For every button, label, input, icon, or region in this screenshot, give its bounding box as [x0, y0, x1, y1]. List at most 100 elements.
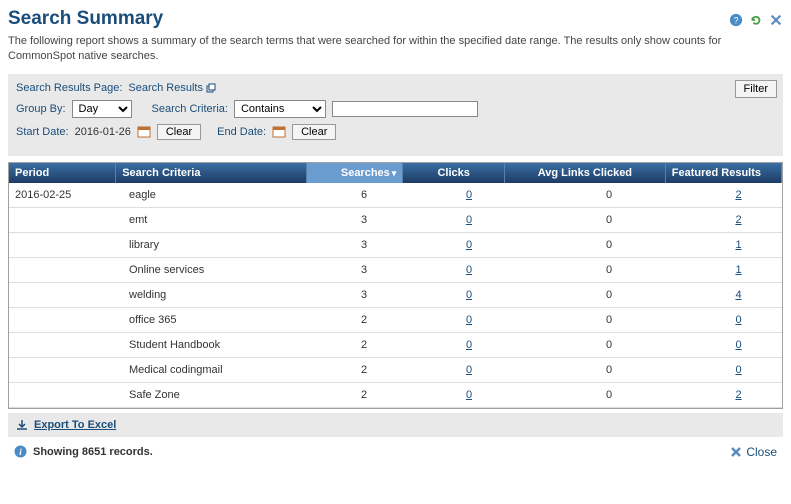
col-header-period[interactable]: Period — [9, 163, 116, 183]
close-icon[interactable] — [769, 13, 783, 27]
cell-period — [9, 258, 123, 282]
cell-period — [9, 333, 123, 357]
cell-avg: 0 — [523, 333, 695, 357]
info-icon: i — [14, 445, 27, 458]
start-date-value: 2016-01-26 — [75, 126, 131, 138]
sort-desc-icon: ▾ — [392, 168, 397, 178]
clicks-link[interactable]: 0 — [466, 389, 472, 401]
filter-button[interactable]: Filter — [735, 80, 777, 98]
close-x-icon — [730, 446, 742, 458]
cell-searches: 3 — [313, 283, 415, 307]
col-header-featured[interactable]: Featured Results — [666, 163, 782, 183]
featured-link[interactable]: 1 — [735, 264, 741, 276]
table-row: 2016-02-25eagle6002 — [9, 183, 782, 208]
help-icon[interactable]: ? — [729, 13, 743, 27]
table-row: welding3004 — [9, 283, 782, 308]
description-text: The following report shows a summary of … — [8, 34, 783, 64]
cell-featured: 0 — [695, 308, 782, 332]
cell-period — [9, 308, 123, 332]
col-header-avg[interactable]: Avg Links Clicked — [505, 163, 666, 183]
results-page-value: Search Results — [128, 82, 203, 94]
cell-avg: 0 — [523, 358, 695, 382]
export-to-excel-link[interactable]: Export To Excel — [34, 419, 116, 431]
start-date-clear-button[interactable]: Clear — [157, 124, 201, 140]
cell-searches: 3 — [313, 258, 415, 282]
cell-criteria: Safe Zone — [123, 383, 313, 407]
clicks-link[interactable]: 0 — [466, 364, 472, 376]
cell-searches: 2 — [313, 383, 415, 407]
popout-icon — [206, 83, 216, 93]
criteria-text-input[interactable] — [332, 101, 478, 117]
criteria-mode-select[interactable]: Contains — [234, 100, 326, 118]
featured-link[interactable]: 0 — [735, 339, 741, 351]
results-table: Period Search Criteria Searches▾ Clicks … — [8, 162, 783, 409]
cell-clicks: 0 — [415, 183, 523, 207]
clicks-link[interactable]: 0 — [466, 339, 472, 351]
cell-featured: 0 — [695, 358, 782, 382]
calendar-icon[interactable] — [272, 125, 286, 138]
cell-featured: 2 — [695, 208, 782, 232]
table-row: Medical codingmail2 0 0 0 — [9, 358, 782, 383]
results-page-link[interactable]: Search Results — [128, 82, 216, 94]
cell-avg: 0 — [523, 308, 695, 332]
header-icon-group: ? — [729, 13, 783, 27]
close-button[interactable]: Close — [730, 445, 777, 459]
cell-criteria: Student Handbook — [123, 333, 313, 357]
cell-featured: 1 — [695, 233, 782, 257]
cell-featured: 1 — [695, 258, 782, 282]
cell-criteria: Medical codingmail — [123, 358, 313, 382]
cell-featured: 4 — [695, 283, 782, 307]
featured-link[interactable]: 0 — [735, 314, 741, 326]
featured-link[interactable]: 4 — [735, 289, 741, 301]
cell-criteria: eagle — [123, 183, 313, 207]
table-row: Student Handbook2000 — [9, 333, 782, 358]
cell-searches: 6 — [313, 183, 415, 207]
col-header-searches-label: Searches — [341, 167, 390, 179]
col-header-clicks[interactable]: Clicks — [403, 163, 505, 183]
cell-featured: 2 — [695, 183, 782, 207]
end-date-clear-button[interactable]: Clear — [292, 124, 336, 140]
refresh-icon[interactable] — [749, 13, 763, 27]
cell-period — [9, 383, 123, 407]
criteria-label: Search Criteria: — [152, 103, 228, 115]
group-by-select[interactable]: Day — [72, 100, 132, 118]
featured-link[interactable]: 1 — [735, 239, 741, 251]
start-date-label: Start Date: — [16, 126, 69, 138]
clicks-link[interactable]: 0 — [466, 289, 472, 301]
clicks-link[interactable]: 0 — [466, 189, 472, 201]
cell-searches: 2 — [313, 308, 415, 332]
calendar-icon[interactable] — [137, 125, 151, 138]
table-row: office 3652 0 0 0 — [9, 308, 782, 333]
table-row: emt3002 — [9, 208, 782, 233]
results-page-label: Search Results Page: — [16, 82, 122, 94]
cell-avg: 0 — [523, 283, 695, 307]
cell-clicks: 0 — [415, 383, 523, 407]
featured-link[interactable]: 0 — [735, 364, 741, 376]
clicks-link[interactable]: 0 — [466, 314, 472, 326]
featured-link[interactable]: 2 — [735, 389, 741, 401]
col-header-searches[interactable]: Searches▾ — [307, 163, 403, 183]
cell-avg: 0 — [523, 233, 695, 257]
cell-criteria: emt — [123, 208, 313, 232]
cell-period — [9, 358, 123, 382]
table-body[interactable]: 2016-02-25eagle6002emt3002library3001Onl… — [9, 183, 782, 408]
cell-searches: 3 — [313, 208, 415, 232]
clicks-link[interactable]: 0 — [466, 264, 472, 276]
table-row: Online services3001 — [9, 258, 782, 283]
cell-period — [9, 233, 123, 257]
cell-featured: 0 — [695, 333, 782, 357]
clicks-link[interactable]: 0 — [466, 239, 472, 251]
svg-text:?: ? — [734, 16, 739, 26]
featured-link[interactable]: 2 — [735, 189, 741, 201]
cell-clicks: 0 — [415, 283, 523, 307]
cell-criteria: office 365 — [123, 308, 313, 332]
close-label: Close — [746, 445, 777, 459]
featured-link[interactable]: 2 — [735, 214, 741, 226]
status-text: Showing 8651 records. — [33, 446, 153, 458]
cell-searches: 2 — [313, 358, 415, 382]
table-header-row: Period Search Criteria Searches▾ Clicks … — [9, 163, 782, 183]
clicks-link[interactable]: 0 — [466, 214, 472, 226]
group-by-label: Group By: — [16, 103, 66, 115]
cell-period — [9, 208, 123, 232]
col-header-criteria[interactable]: Search Criteria — [116, 163, 307, 183]
